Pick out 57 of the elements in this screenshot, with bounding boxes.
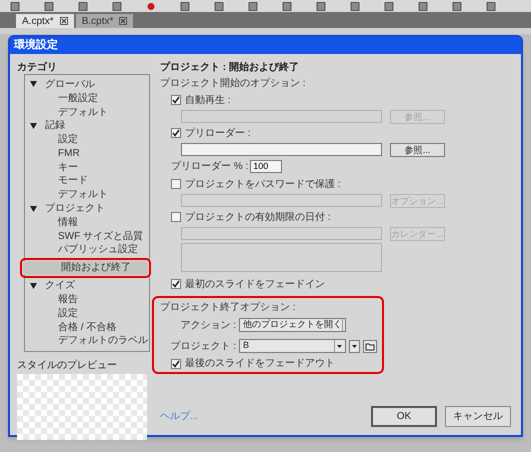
expand-arrow-icon[interactable] bbox=[30, 206, 37, 212]
input-field[interactable] bbox=[181, 143, 382, 156]
panel-title: プロジェクト : 開始および終了 bbox=[160, 60, 300, 74]
document-tab[interactable]: A.cptx* bbox=[16, 14, 74, 28]
tree-item[interactable]: パブリッシュ設定 bbox=[25, 243, 149, 257]
tree-item[interactable]: FMR bbox=[25, 146, 149, 160]
tree-item[interactable]: 一般設定 bbox=[25, 91, 149, 106]
category-label: カテゴリ bbox=[17, 60, 58, 74]
checkbox[interactable] bbox=[171, 212, 181, 222]
dropdown[interactable]: 他のプロジェクトを開く bbox=[239, 318, 346, 332]
record-icon[interactable] bbox=[146, 2, 156, 10]
tree-item[interactable]: プロジェクト bbox=[25, 202, 149, 216]
checkbox-label: プロジェクトの有効期限の日付 : bbox=[185, 210, 331, 224]
checkbox[interactable] bbox=[171, 358, 181, 368]
browse-button[interactable]: 参照... bbox=[390, 142, 445, 156]
cancel-button[interactable]: キャンセル bbox=[445, 406, 511, 428]
tree-item[interactable]: デフォルトのラベル bbox=[25, 334, 149, 348]
close-icon[interactable] bbox=[60, 17, 68, 25]
tree-item[interactable]: 合格 / 不合格 bbox=[25, 320, 149, 334]
checkbox-label: 自動再生 : bbox=[185, 94, 231, 108]
folder-icon[interactable] bbox=[363, 340, 377, 352]
tree-item[interactable]: 記録 bbox=[25, 118, 149, 133]
checkbox[interactable] bbox=[171, 95, 181, 105]
tree-item[interactable]: 設定 bbox=[25, 306, 149, 320]
section-heading: プロジェクト開始のオプション : bbox=[160, 76, 307, 90]
tree-item[interactable]: デフォルト bbox=[25, 188, 149, 202]
tree-item[interactable]: 報告 bbox=[25, 292, 149, 306]
expand-arrow-icon[interactable] bbox=[30, 122, 37, 129]
ok-button[interactable]: OK bbox=[371, 406, 437, 428]
tree-item[interactable]: 設定 bbox=[25, 132, 149, 146]
checkbox[interactable] bbox=[171, 279, 181, 289]
tree-item[interactable]: クイズ bbox=[25, 278, 149, 293]
tree-item[interactable]: デフォルト bbox=[25, 105, 149, 119]
expand-arrow-icon[interactable] bbox=[30, 81, 37, 88]
field-label: プリローダー % : bbox=[171, 160, 248, 174]
checkbox-label: プロジェクトをパスワードで保護 : bbox=[185, 178, 341, 192]
close-icon[interactable] bbox=[119, 17, 128, 25]
checkbox-label: プリローダー : bbox=[185, 126, 251, 140]
dropdown[interactable]: B bbox=[239, 339, 346, 353]
tree-item[interactable]: 情報 bbox=[25, 215, 149, 230]
checkbox-label: 最初のスライドをフェードイン bbox=[185, 278, 325, 292]
tree-item[interactable]: モード bbox=[25, 174, 149, 188]
checkbox[interactable] bbox=[171, 179, 181, 189]
checkbox[interactable] bbox=[171, 128, 181, 138]
window-title: 環境設定 bbox=[10, 37, 521, 54]
section-heading: プロジェクト終了オプション : bbox=[160, 300, 297, 314]
tree-item[interactable]: グローバル bbox=[25, 78, 149, 92]
checkbox-label: 最後のスライドをフェードアウト bbox=[185, 357, 335, 371]
field-label: プロジェクト : bbox=[170, 340, 236, 354]
document-tab[interactable]: B.cptx* bbox=[76, 14, 134, 28]
preview-label: スタイルのプレビュー bbox=[17, 358, 118, 372]
field-label: アクション : bbox=[179, 318, 236, 332]
expand-arrow-icon[interactable] bbox=[30, 282, 37, 289]
tree-item[interactable]: SWF サイズと品質 bbox=[25, 229, 149, 244]
input-field[interactable]: 100 bbox=[250, 160, 282, 173]
tree-item[interactable]: キー bbox=[25, 160, 149, 174]
tree-item[interactable]: 開始および終了 bbox=[23, 260, 148, 275]
